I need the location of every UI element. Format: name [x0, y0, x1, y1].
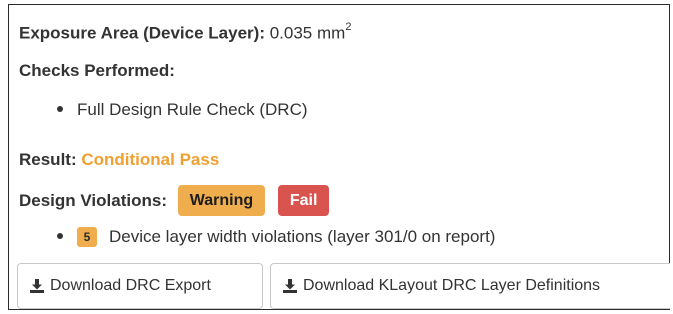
exposure-area-value: 0.035 mm: [269, 23, 346, 43]
violation-text: Device layer width violations (layer 301…: [109, 227, 496, 246]
exposure-area-label: Exposure Area (Device Layer):: [19, 23, 265, 43]
result-row: Result: Conditional Pass: [19, 149, 219, 171]
download-klayout-drc-layer-definitions-button[interactable]: Download KLayout DRC Layer Definitions: [270, 263, 670, 309]
checks-performed-heading: Checks Performed:: [19, 61, 175, 80]
result-label: Result:: [19, 150, 77, 169]
violation-count-badge: 5: [77, 226, 97, 247]
violation-list-item: 5 Device layer width violations (layer 30…: [57, 226, 495, 248]
check-list-item: Full Design Rule Check (DRC): [57, 99, 308, 121]
bullet-icon: [57, 105, 63, 112]
fail-badge: Fail: [277, 185, 330, 216]
download-drc-export-button[interactable]: Download DRC Export: [17, 263, 263, 309]
design-violations-label: Design Violations:: [19, 190, 167, 210]
download-icon: [283, 279, 297, 293]
check-item-text: Full Design Rule Check (DRC): [77, 100, 308, 119]
design-violations-row: Design Violations: Warning Fail: [19, 185, 330, 217]
result-value: Conditional Pass: [81, 150, 220, 169]
warning-badge: Warning: [177, 185, 266, 216]
download-klayout-drc-layer-definitions-label: Download KLayout DRC Layer Definitions: [303, 277, 601, 294]
download-drc-export-label: Download DRC Export: [50, 277, 211, 294]
exposure-area-unit-exponent: 2: [345, 21, 352, 33]
exposure-area-row: Exposure Area (Device Layer): 0.035 mm2: [19, 18, 351, 45]
download-icon: [30, 279, 44, 293]
bullet-icon: [57, 232, 63, 239]
